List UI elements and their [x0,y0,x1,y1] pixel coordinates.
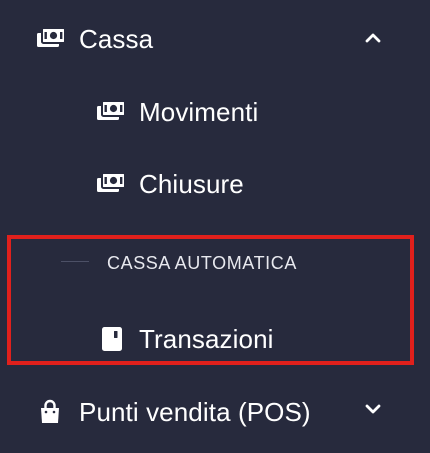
money-bill-icon [96,100,126,122]
chevron-down-icon[interactable] [364,400,382,418]
sidebar-item-punti-vendita[interactable]: Punti vendita (POS) [0,392,430,432]
sidebar-item-label: Chiusure [139,169,244,199]
chevron-up-icon[interactable] [364,29,382,47]
sidebar-item-label: Movimenti [139,97,259,127]
shopping-bag-icon [39,399,61,425]
sidebar-item-transazioni[interactable]: Transazioni [0,318,430,358]
receipt-icon [101,326,123,352]
money-bill-icon [96,172,126,194]
sidebar-item-label: Transazioni [139,324,274,354]
money-bill-icon [36,27,66,49]
sidebar-item-label: Punti vendita (POS) [79,397,311,427]
sidebar-item-chiusure[interactable]: Chiusure [0,164,430,204]
section-header-cassa-automatica: CASSA AUTOMATICA [107,253,297,273]
section-divider-line [61,261,89,262]
sidebar-item-label: Cassa [79,24,154,54]
sidebar-item-movimenti[interactable]: Movimenti [0,91,430,131]
sidebar-item-cassa[interactable]: Cassa [0,19,430,59]
